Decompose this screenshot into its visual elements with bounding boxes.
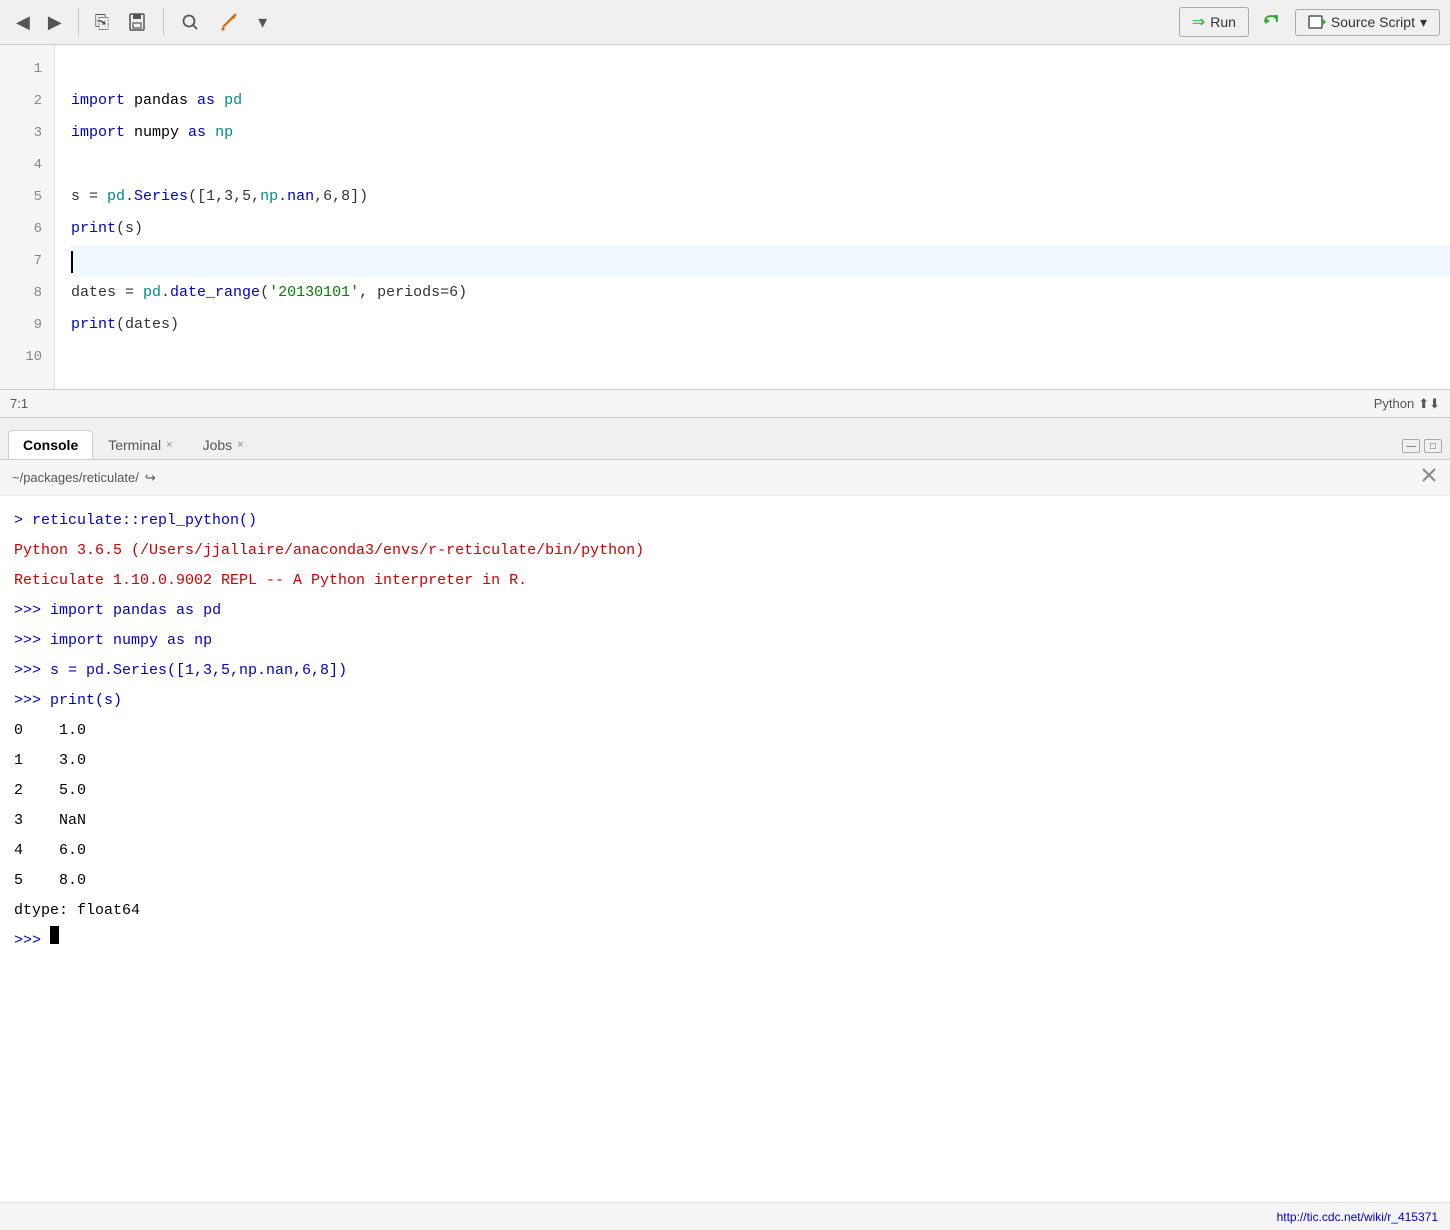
line-num-9: 9 — [0, 309, 54, 341]
line-num-1: 1 — [0, 53, 54, 85]
divider-1 — [78, 8, 79, 36]
py-code-print: print(s) — [50, 686, 122, 716]
console-line-7: >>> print(s) — [14, 686, 1436, 716]
code-line-3: import numpy as np — [71, 117, 1450, 149]
line-num-5: 5 — [0, 181, 54, 213]
console-input-line[interactable]: >>> — [14, 926, 1436, 956]
minimize-button[interactable]: — — [1402, 439, 1420, 453]
clear-console-button[interactable] — [1420, 466, 1438, 489]
r-prompt-1: > reticulate::repl_python() — [14, 506, 257, 536]
forward-button[interactable]: ▶ — [42, 8, 68, 37]
line-num-10: 10 — [0, 341, 54, 373]
code-line-5: s = pd.Series([1,3,5,np.nan,6,8]) — [71, 181, 1450, 213]
search-button[interactable] — [174, 8, 206, 36]
code-line-1 — [71, 53, 1450, 85]
cursor-position: 7:1 — [10, 396, 1374, 411]
line-num-2: 2 — [0, 85, 54, 117]
py-code-series: s = pd.Series([1,3,5,np.nan,6,8]) — [50, 656, 347, 686]
code-line-8: dates = pd.date_range('20130101', period… — [71, 277, 1450, 309]
code-area[interactable]: import pandas as pd import numpy as np s… — [55, 45, 1450, 389]
code-line-2: import pandas as pd — [71, 85, 1450, 117]
copy-button[interactable]: ⎘ — [89, 8, 115, 37]
tab-actions: — □ — [1402, 439, 1442, 459]
tab-terminal-close[interactable]: × — [166, 439, 172, 451]
line-num-3: 3 — [0, 117, 54, 149]
console-line-6: >>> s = pd.Series([1,3,5,np.nan,6,8]) — [14, 656, 1436, 686]
redo-button[interactable] — [1255, 8, 1289, 36]
console-cursor — [50, 926, 59, 944]
maximize-button[interactable]: □ — [1424, 439, 1442, 453]
console-output-dtype: dtype: float64 — [14, 896, 1436, 926]
dropdown-button[interactable]: ▾ — [252, 8, 273, 37]
source-label: Source Script — [1331, 14, 1415, 30]
tab-jobs-label: Jobs — [203, 437, 233, 453]
py-code-pandas: import pandas as pd — [50, 596, 221, 626]
divider-2 — [163, 8, 164, 36]
line-num-6: 6 — [0, 213, 54, 245]
py-prompt-numpy: >>> — [14, 626, 50, 656]
console-path-bar: ~/packages/reticulate/ ↪ — [0, 460, 1450, 496]
run-arrow-icon: ⇒ — [1192, 12, 1205, 32]
tab-jobs-close[interactable]: × — [237, 439, 243, 451]
bottom-bar: http://tic.cdc.net/wiki/r_415371 — [0, 1202, 1450, 1230]
console-output-4: 4 6.0 — [14, 836, 1436, 866]
console-output-5: 5 8.0 — [14, 866, 1436, 896]
console-panel: Console Terminal × Jobs × — □ ~/packages… — [0, 418, 1450, 1202]
console-output-1: 1 3.0 — [14, 746, 1436, 776]
tab-console[interactable]: Console — [8, 430, 93, 459]
py-prompt-pandas: >>> — [14, 596, 50, 626]
status-bar: 7:1 Python ⬆⬇ — [0, 390, 1450, 418]
path-link-icon[interactable]: ↪ — [145, 470, 156, 486]
py-prompt-current: >>> — [14, 926, 50, 956]
reticulate-info: Reticulate 1.10.0.9002 REPL -- A Python … — [14, 566, 527, 596]
bottom-url[interactable]: http://tic.cdc.net/wiki/r_415371 — [1277, 1210, 1438, 1224]
editor: 1 2 3 4 5 6 7 8 9 10 import pandas as pd… — [0, 45, 1450, 390]
console-output-3: 3 NaN — [14, 806, 1436, 836]
code-line-9: print(dates) — [71, 309, 1450, 341]
console-line-1: > reticulate::repl_python() — [14, 506, 1436, 536]
line-num-7: 7 — [0, 245, 54, 277]
run-label: Run — [1210, 14, 1236, 30]
language-dropdown-icon: ⬆⬇ — [1418, 396, 1440, 412]
tab-terminal-label: Terminal — [108, 437, 161, 453]
source-script-button[interactable]: Source Script ▾ — [1295, 9, 1440, 36]
tabs-bar: Console Terminal × Jobs × — □ — [0, 418, 1450, 460]
magic-button[interactable]: ✦ — [212, 8, 246, 36]
svg-text:✦: ✦ — [230, 13, 237, 22]
code-line-10 — [71, 341, 1450, 373]
console-line-5: >>> import numpy as np — [14, 626, 1436, 656]
console-output[interactable]: > reticulate::repl_python() Python 3.6.5… — [0, 496, 1450, 1202]
tab-console-label: Console — [23, 437, 78, 453]
line-num-4: 4 — [0, 149, 54, 181]
console-output-2: 2 5.0 — [14, 776, 1436, 806]
console-path-text: ~/packages/reticulate/ — [12, 470, 139, 485]
py-prompt-series: >>> — [14, 656, 50, 686]
tab-terminal[interactable]: Terminal × — [93, 430, 187, 459]
source-dropdown-icon: ▾ — [1420, 14, 1427, 31]
console-output-0: 0 1.0 — [14, 716, 1436, 746]
code-line-7 — [71, 245, 1450, 277]
back-button[interactable]: ◀ — [10, 8, 36, 37]
tab-jobs[interactable]: Jobs × — [188, 430, 259, 459]
python-version: Python 3.6.5 (/Users/jjallaire/anaconda3… — [14, 536, 644, 566]
line-num-8: 8 — [0, 277, 54, 309]
console-line-4: >>> import pandas as pd — [14, 596, 1436, 626]
save-button[interactable] — [121, 8, 153, 36]
toolbar: ◀ ▶ ⎘ ✦ ▾ ⇒ Run — [0, 0, 1450, 45]
code-line-6: print(s) — [71, 213, 1450, 245]
console-line-2: Python 3.6.5 (/Users/jjallaire/anaconda3… — [14, 536, 1436, 566]
line-numbers: 1 2 3 4 5 6 7 8 9 10 — [0, 45, 55, 389]
py-prompt-print: >>> — [14, 686, 50, 716]
code-line-4 — [71, 149, 1450, 181]
py-code-numpy: import numpy as np — [50, 626, 212, 656]
run-button[interactable]: ⇒ Run — [1179, 7, 1249, 37]
language-label: Python — [1374, 396, 1414, 411]
language-indicator[interactable]: Python ⬆⬇ — [1374, 396, 1440, 412]
console-line-3: Reticulate 1.10.0.9002 REPL -- A Python … — [14, 566, 1436, 596]
